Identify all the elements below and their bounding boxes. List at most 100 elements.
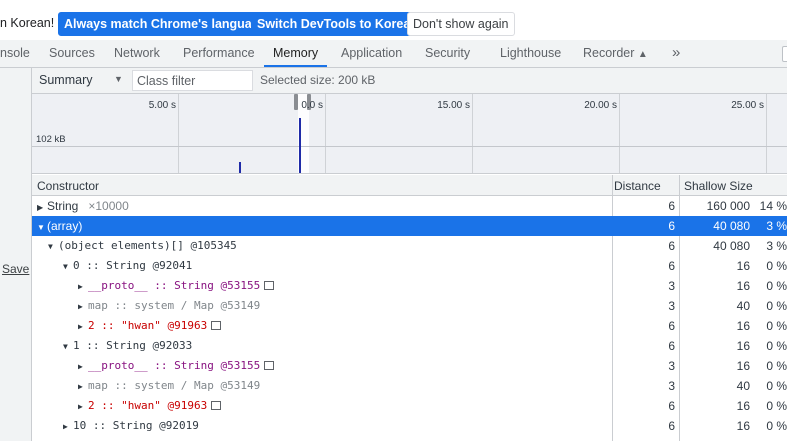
selected-size-label: Selected size: 200 kB bbox=[260, 73, 376, 87]
column-header-distance[interactable]: Distance bbox=[614, 179, 661, 193]
shallow-percent-cell: 3 % bbox=[766, 219, 787, 233]
tab-console[interactable]: nsole bbox=[0, 40, 30, 67]
collapse-arrow-icon[interactable]: ▼ bbox=[48, 237, 58, 257]
table-row[interactable]: ▶ map :: system / Map @53149 3 40 0 % bbox=[32, 376, 787, 396]
timeline-gridline bbox=[178, 94, 179, 173]
reveal-in-panel-icon[interactable] bbox=[211, 321, 222, 330]
distance-cell: 6 bbox=[668, 239, 675, 253]
switch-devtools-korean-button[interactable]: Switch DevTools to Korean bbox=[251, 12, 424, 36]
dont-show-again-button[interactable]: Don't show again bbox=[407, 12, 515, 36]
shallow-size-cell: 16 bbox=[736, 339, 750, 353]
timeline-tick-label: 25.00 s bbox=[731, 100, 764, 111]
expand-arrow-icon[interactable]: ▶ bbox=[78, 277, 88, 297]
table-row[interactable]: ▼ (array) 6 40 080 3 % bbox=[32, 216, 787, 236]
object-name: __proto__ :: String @53155 bbox=[88, 279, 261, 292]
distance-cell: 3 bbox=[668, 359, 675, 373]
object-name: 2 :: "hwan" @91963 bbox=[88, 319, 208, 332]
flask-icon: ▲ bbox=[637, 49, 648, 60]
constructor-name: (array) bbox=[47, 219, 83, 233]
object-name: 0 :: String @92041 bbox=[73, 259, 193, 272]
expand-arrow-icon[interactable]: ▶ bbox=[78, 377, 88, 397]
timeline-tick-label: 0.0 s bbox=[301, 100, 323, 111]
shallow-size-cell: 40 bbox=[736, 379, 750, 393]
more-tabs-chevron-icon[interactable]: » bbox=[672, 40, 680, 67]
object-name: 10 :: String @92019 bbox=[73, 419, 199, 432]
reveal-in-panel-icon[interactable] bbox=[211, 401, 222, 410]
tab-recorder-label: Recorder bbox=[583, 46, 635, 60]
perspective-select[interactable]: Summary bbox=[39, 73, 92, 87]
shallow-size-cell: 40 bbox=[736, 299, 750, 313]
object-name: 2 :: "hwan" @91963 bbox=[88, 399, 208, 412]
timeline-tick-label: 20.00 s bbox=[584, 100, 617, 111]
collapse-arrow-icon[interactable]: ▼ bbox=[63, 337, 73, 357]
devtools-tab-strip: nsole Sources Network Performance Memory… bbox=[0, 40, 787, 68]
shallow-size-cell: 16 bbox=[736, 359, 750, 373]
column-header-shallow-size[interactable]: Shallow Size bbox=[684, 179, 753, 193]
table-row[interactable]: ▶ 2 :: "hwan" @91963 6 16 0 % bbox=[32, 316, 787, 336]
table-row[interactable]: ▶ String ×10000 6 160 000 14 % bbox=[32, 196, 787, 216]
column-header-constructor[interactable]: Constructor bbox=[37, 179, 99, 193]
expand-arrow-icon[interactable]: ▶ bbox=[37, 198, 47, 218]
timeline-gridline bbox=[766, 94, 767, 173]
expand-arrow-icon[interactable]: ▶ bbox=[78, 297, 88, 317]
distance-cell: 6 bbox=[668, 339, 675, 353]
table-row[interactable]: ▼ 1 :: String @92033 6 16 0 % bbox=[32, 336, 787, 356]
infobar-message: n Korean! bbox=[0, 16, 55, 30]
constructor-name: String bbox=[47, 199, 79, 213]
table-row[interactable]: ▶ __proto__ :: String @53155 3 16 0 % bbox=[32, 276, 787, 296]
tab-performance[interactable]: Performance bbox=[183, 40, 255, 67]
expand-arrow-icon[interactable]: ▶ bbox=[78, 397, 88, 417]
table-row[interactable]: ▼ 0 :: String @92041 6 16 0 % bbox=[32, 256, 787, 276]
save-snapshot-link[interactable]: Save bbox=[2, 262, 29, 276]
always-match-language-button[interactable]: Always match Chrome's language bbox=[58, 12, 273, 36]
timeline-tick-label: 15.00 s bbox=[437, 100, 470, 111]
collapse-arrow-icon[interactable]: ▼ bbox=[63, 257, 73, 277]
reveal-in-panel-icon[interactable] bbox=[264, 361, 275, 370]
shallow-percent-cell: 0 % bbox=[766, 339, 787, 353]
distance-cell: 6 bbox=[668, 219, 675, 233]
shallow-size-cell: 40 080 bbox=[713, 239, 750, 253]
collapse-arrow-icon[interactable]: ▼ bbox=[37, 218, 47, 238]
expand-arrow-icon[interactable]: ▶ bbox=[63, 417, 73, 437]
timeline-gridline bbox=[619, 94, 620, 173]
shallow-percent-cell: 0 % bbox=[766, 299, 787, 313]
tab-lighthouse[interactable]: Lighthouse bbox=[500, 40, 561, 67]
tab-security[interactable]: Security bbox=[425, 40, 470, 67]
shallow-size-cell: 40 080 bbox=[713, 219, 750, 233]
object-name: __proto__ :: String @53155 bbox=[88, 359, 261, 372]
expand-arrow-icon[interactable]: ▶ bbox=[78, 357, 88, 377]
table-row[interactable]: ▶ map :: system / Map @53149 3 40 0 % bbox=[32, 296, 787, 316]
table-row[interactable]: ▼ (object elements)[] @105345 6 40 080 3 … bbox=[32, 236, 787, 256]
distance-cell: 3 bbox=[668, 299, 675, 313]
dropdown-arrow-icon[interactable]: ▼ bbox=[114, 74, 123, 84]
panel-settings-stub[interactable] bbox=[782, 46, 787, 62]
table-row[interactable]: ▶ __proto__ :: String @53155 3 16 0 % bbox=[32, 356, 787, 376]
object-name: map :: system / Map @53149 bbox=[88, 299, 261, 312]
tab-memory[interactable]: Memory bbox=[264, 40, 328, 67]
shallow-percent-cell: 0 % bbox=[766, 319, 787, 333]
reveal-in-panel-icon[interactable] bbox=[264, 281, 275, 290]
heap-toolbar: Summary ▼ Selected size: 200 kB bbox=[32, 68, 787, 94]
tab-recorder[interactable]: Recorder ▲ bbox=[583, 40, 648, 67]
table-row[interactable]: ▶ 2 :: "hwan" @91963 6 16 0 % bbox=[32, 396, 787, 416]
tab-sources[interactable]: Sources bbox=[49, 40, 95, 67]
class-filter-input[interactable] bbox=[132, 70, 253, 91]
tab-application[interactable]: Application bbox=[341, 40, 402, 67]
table-row[interactable]: ▶ 10 :: String @92019 6 16 0 % bbox=[32, 416, 787, 436]
tab-network[interactable]: Network bbox=[114, 40, 160, 67]
allocation-timeline[interactable]: 5.00 s 0.0 s 15.00 s 20.00 s 25.00 s 102… bbox=[32, 94, 787, 174]
distance-cell: 6 bbox=[668, 199, 675, 213]
shallow-size-cell: 16 bbox=[736, 259, 750, 273]
heap-grid-body: ▶ String ×10000 6 160 000 14 % ▼ (array) 6 … bbox=[32, 196, 787, 436]
distance-cell: 3 bbox=[668, 279, 675, 293]
shallow-size-cell: 16 bbox=[736, 399, 750, 413]
distance-cell: 6 bbox=[668, 259, 675, 273]
shallow-percent-cell: 0 % bbox=[766, 279, 787, 293]
timeline-gridline bbox=[325, 94, 326, 173]
instance-count: ×10000 bbox=[88, 199, 129, 213]
object-name: (object elements)[] @105345 bbox=[58, 239, 237, 252]
distance-cell: 3 bbox=[668, 379, 675, 393]
heap-grid-header: Constructor Distance Shallow Size bbox=[32, 175, 787, 196]
expand-arrow-icon[interactable]: ▶ bbox=[78, 317, 88, 337]
shallow-size-cell: 16 bbox=[736, 279, 750, 293]
